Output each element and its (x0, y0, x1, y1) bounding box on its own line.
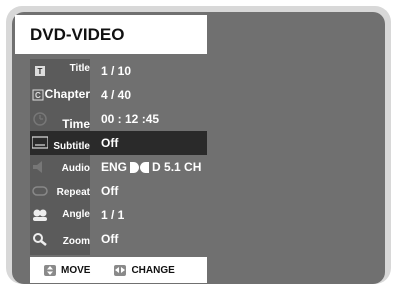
menu-value-time: 00 : 12 :45 (101, 112, 160, 126)
move-label: MOVE (61, 264, 91, 276)
menu-label-angle: Angle (62, 209, 90, 220)
menu-label-title: Title (69, 63, 90, 74)
dolby-logo-icon (130, 161, 150, 173)
title-icon: T (32, 64, 48, 78)
menu-value-title: 1 / 10 (101, 64, 132, 78)
menu-row-subtitle[interactable]: Subtitle Off (30, 131, 207, 155)
menu-value-repeat: Off (101, 184, 119, 198)
angle-icon (32, 208, 48, 222)
menu-row-chapter[interactable]: C Chapter 4 / 40 (30, 83, 207, 107)
audio-language: ENG (101, 160, 128, 174)
menu-label-audio: Audio (61, 163, 90, 174)
up-down-arrows-icon (44, 264, 56, 276)
menu-label-zoom: Zoom (62, 236, 90, 247)
menu-value-angle: 1 / 1 (101, 208, 125, 222)
move-hint: MOVE (44, 264, 91, 276)
menu-row-audio[interactable]: Audio ENG D 5.1 CH (30, 155, 207, 179)
menu-row-time[interactable]: Time 00 : 12 :45 (30, 107, 207, 131)
change-label: CHANGE (131, 264, 175, 276)
speaker-icon (32, 160, 48, 174)
left-right-arrows-icon (114, 264, 127, 276)
menu-row-repeat[interactable]: Repeat Off (30, 179, 207, 203)
menu-label-time: Time (62, 117, 90, 131)
subtitle-icon (31, 136, 49, 150)
menu-row-title[interactable]: T Title 1 / 10 (30, 59, 207, 83)
clock-icon (32, 112, 48, 126)
menu-label-repeat: Repeat (56, 187, 90, 198)
menu-value-chapter: 4 / 40 (101, 88, 132, 102)
menu-title: DVD-VIDEO (15, 15, 207, 54)
hint-bar: MOVE CHANGE (30, 257, 207, 283)
menu-label-subtitle: Subtitle (53, 141, 90, 152)
change-hint: CHANGE (114, 264, 175, 276)
menu-value-zoom: Off (101, 232, 119, 246)
menu-row-angle[interactable]: Angle 1 / 1 (30, 203, 207, 227)
menu-row-zoom[interactable]: Zoom Off (30, 227, 207, 251)
menu-value-subtitle: Off (101, 136, 119, 150)
menu-value-audio: ENG D 5.1 CH (101, 160, 201, 174)
menu-label-chapter: Chapter (44, 87, 90, 101)
repeat-icon (32, 184, 48, 198)
svg-text:C: C (35, 91, 41, 100)
zoom-icon (32, 232, 48, 246)
svg-text:T: T (38, 67, 43, 76)
audio-format: D 5.1 CH (152, 160, 202, 174)
